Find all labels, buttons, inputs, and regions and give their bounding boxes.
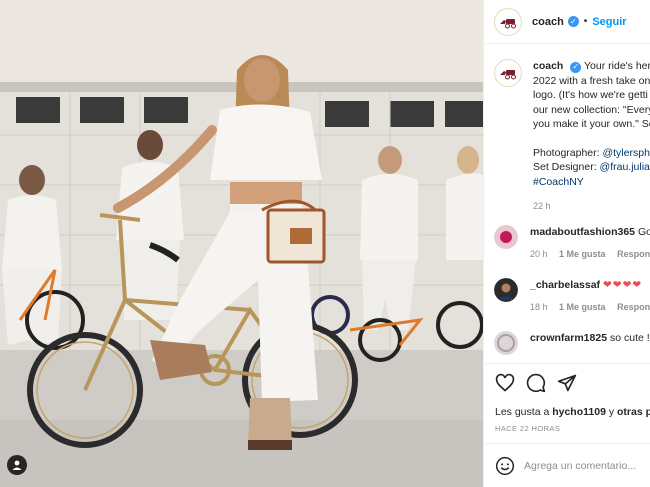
comment-time[interactable]: 20 h	[530, 249, 548, 259]
photographer-link[interactable]: @tylerspho	[602, 147, 650, 159]
separator-dot: •	[583, 16, 588, 27]
avatar-image	[494, 225, 518, 249]
comment-item: crownfarm1825 so cute !	[494, 331, 650, 355]
post-actions: Les gusta a hycho1109 y otras per HACE 2…	[484, 363, 650, 443]
caption-line: you make it your own." Se	[533, 118, 650, 130]
photo-scene	[0, 0, 483, 487]
likes-summary: Les gusta a hycho1109 y otras per	[495, 406, 650, 418]
comment-text: ❤❤❤❤	[602, 279, 643, 291]
comment-bubble-icon	[526, 373, 546, 393]
caption-line: our new collection: "Every	[533, 103, 650, 116]
comment-likes[interactable]: 1 Me gusta	[559, 302, 606, 312]
reply-button[interactable]: Responde	[617, 302, 650, 312]
verified-badge-icon: ✓	[567, 16, 579, 27]
comment-username[interactable]: madaboutfashion365	[530, 226, 635, 238]
comment-item: madaboutfashion365 Go 20 h 1 Me gusta Re…	[494, 225, 650, 261]
paper-plane-icon	[557, 374, 577, 392]
photographer-label: Photographer:	[533, 146, 600, 159]
post-photo[interactable]	[0, 0, 483, 487]
caption-time[interactable]: 22 h	[533, 199, 650, 214]
liker-username[interactable]: hycho1109	[552, 406, 606, 418]
comment-likes[interactable]: 1 Me gusta	[559, 249, 606, 259]
emoji-button[interactable]	[495, 456, 515, 476]
reply-button[interactable]: Responde	[617, 249, 650, 259]
coach-logo-icon	[500, 70, 516, 80]
post-sidebar: coach ✓ • Seguir coach ✓ Your ride's her…	[483, 0, 650, 487]
user-tag-icon	[12, 460, 22, 470]
heart-icon	[495, 373, 515, 392]
follow-button[interactable]: Seguir	[592, 16, 626, 28]
caption-avatar[interactable]	[494, 59, 522, 87]
comment-text: so cute !	[609, 332, 650, 344]
header-username[interactable]: coach	[532, 16, 564, 28]
verified-badge-icon: ✓	[570, 61, 582, 73]
caption-line: logo. (It's how we're getti	[533, 89, 648, 101]
comment-username[interactable]: crownfarm1825	[530, 332, 607, 344]
likes-connector: y	[608, 406, 615, 418]
add-comment-bar	[484, 443, 650, 487]
comment-item: _charbelassaf ❤❤❤❤ 18 h 1 Me gusta Respo…	[494, 278, 650, 314]
like-button[interactable]	[495, 373, 515, 393]
comment-text: Go	[637, 226, 650, 238]
comment-time[interactable]: 18 h	[530, 302, 548, 312]
commenter-avatar[interactable]	[494, 331, 518, 355]
comments-scroll-area[interactable]: coach ✓ Your ride's here. 2022 with a fr…	[484, 45, 650, 363]
caption-username[interactable]: coach	[533, 60, 563, 72]
set-designer-label: Set Designer:	[533, 161, 597, 173]
post-header: coach ✓ • Seguir	[484, 0, 650, 44]
hashtag-link[interactable]: #CoachNY	[533, 175, 650, 190]
comment-button[interactable]	[526, 373, 546, 393]
avatar-image	[494, 331, 518, 355]
user-tag-button[interactable]	[7, 455, 27, 475]
commenter-avatar[interactable]	[494, 278, 518, 302]
comment-username[interactable]: _charbelassaf	[530, 279, 600, 291]
emoji-smile-icon	[495, 456, 515, 475]
post-timestamp[interactable]: HACE 22 HORAS	[495, 424, 560, 433]
caption-text: coach ✓ Your ride's here. 2022 with a fr…	[533, 59, 650, 214]
set-designer-link[interactable]: @frau.juliaw	[600, 161, 650, 173]
account-avatar[interactable]	[494, 7, 522, 36]
comment-input[interactable]	[524, 459, 650, 472]
caption: coach ✓ Your ride's here. 2022 with a fr…	[494, 59, 650, 214]
commenter-avatar[interactable]	[494, 225, 518, 249]
share-button[interactable]	[557, 373, 577, 393]
likes-prefix: Les gusta a	[495, 406, 550, 418]
others-link[interactable]: otras per	[617, 406, 650, 418]
avatar-image	[494, 278, 518, 302]
caption-line: 2022 with a fresh take on	[533, 74, 650, 87]
coach-logo-icon	[500, 18, 516, 28]
caption-line: Your ride's here.	[584, 60, 650, 72]
